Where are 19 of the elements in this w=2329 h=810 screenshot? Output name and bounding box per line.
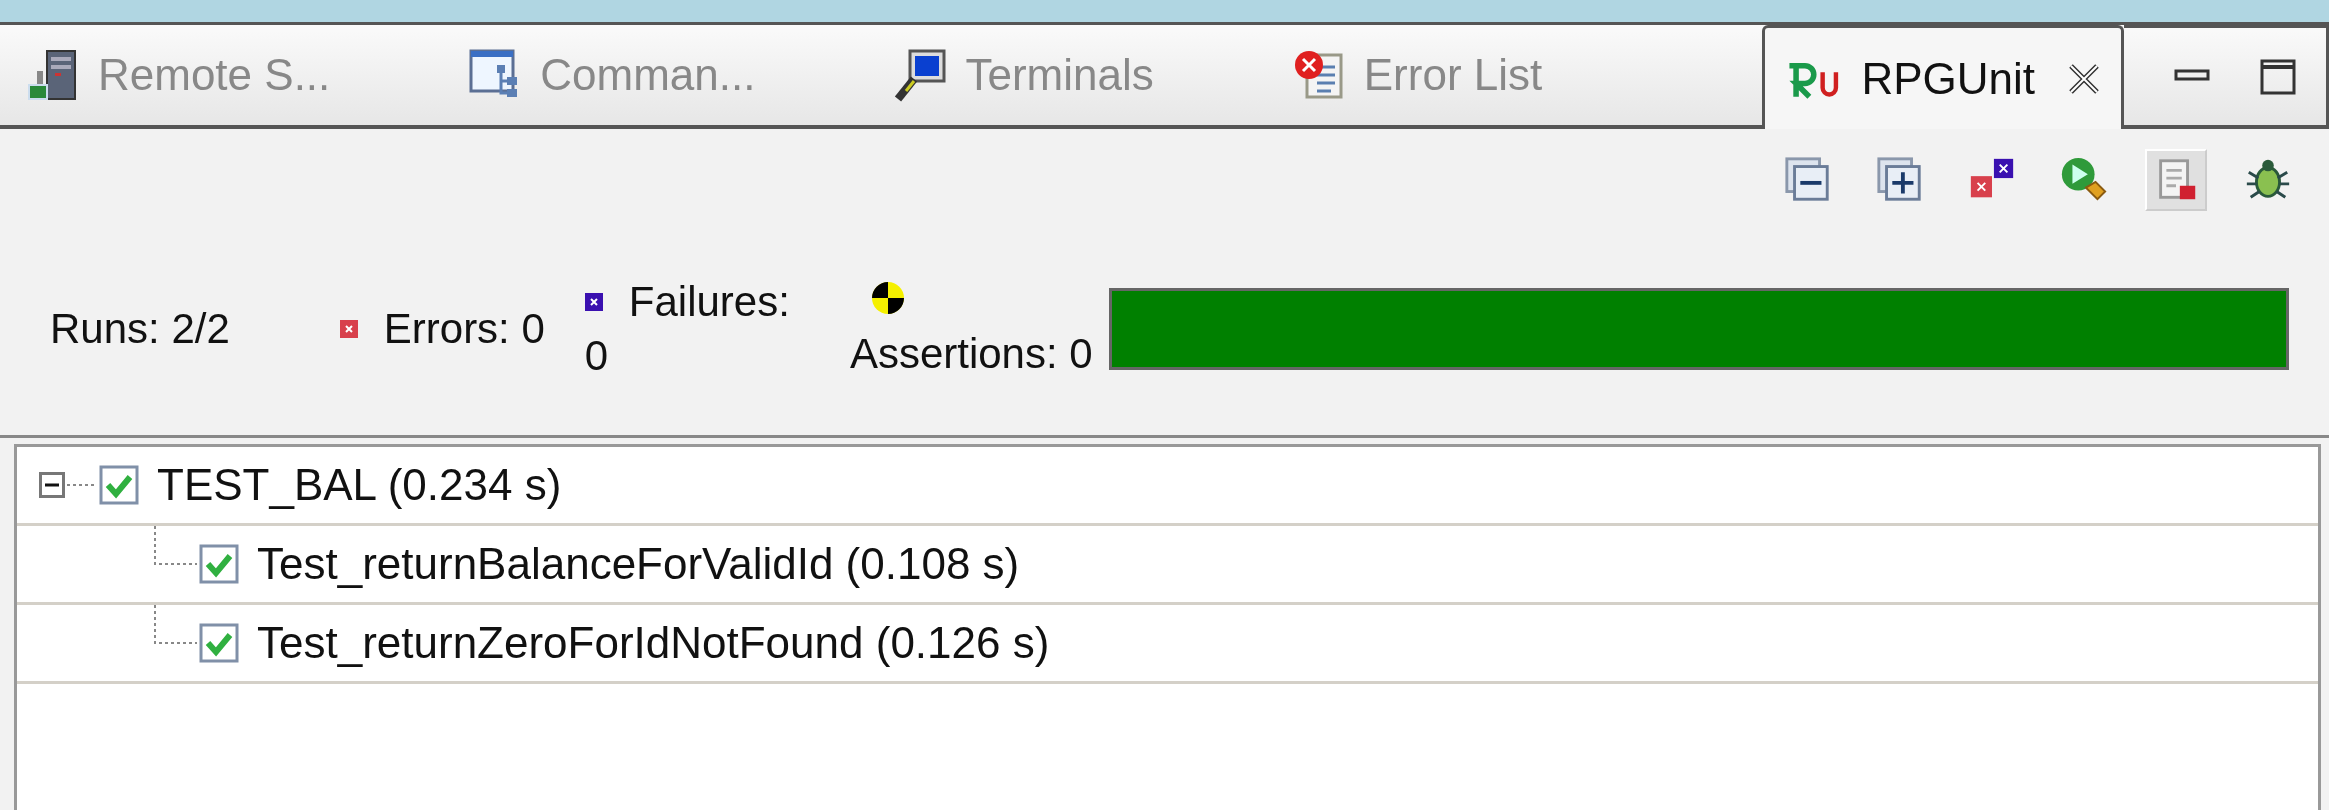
maximize-icon[interactable]	[2258, 58, 2298, 95]
failures-count: 0	[584, 332, 610, 380]
test-label[interactable]: Test_returnBalanceForValidId (0.108 s)	[257, 539, 1020, 589]
runs-count: Runs: 2/2	[50, 305, 230, 353]
assertion-icon	[869, 280, 906, 316]
errors-count: Errors: 0	[383, 305, 545, 353]
test-label[interactable]: Test_returnZeroForIdNotFound (0.126 s)	[257, 618, 1050, 668]
tree-connector	[153, 526, 197, 566]
error-icon	[339, 320, 358, 338]
collapse-icon[interactable]	[39, 472, 65, 498]
view-tab[interactable]: RPGUnit	[1762, 25, 2124, 129]
tree-connector	[65, 482, 95, 488]
close-icon[interactable]	[2067, 61, 2101, 96]
report-tool-button[interactable]	[2145, 149, 2207, 211]
tree-connector	[153, 605, 197, 645]
failure-icon	[584, 293, 603, 311]
failures-label: Failures:	[628, 278, 790, 326]
test-label[interactable]: TEST_BAL (0.234 s)	[157, 460, 562, 510]
assertions-count: Assertions: 0	[849, 330, 1093, 378]
